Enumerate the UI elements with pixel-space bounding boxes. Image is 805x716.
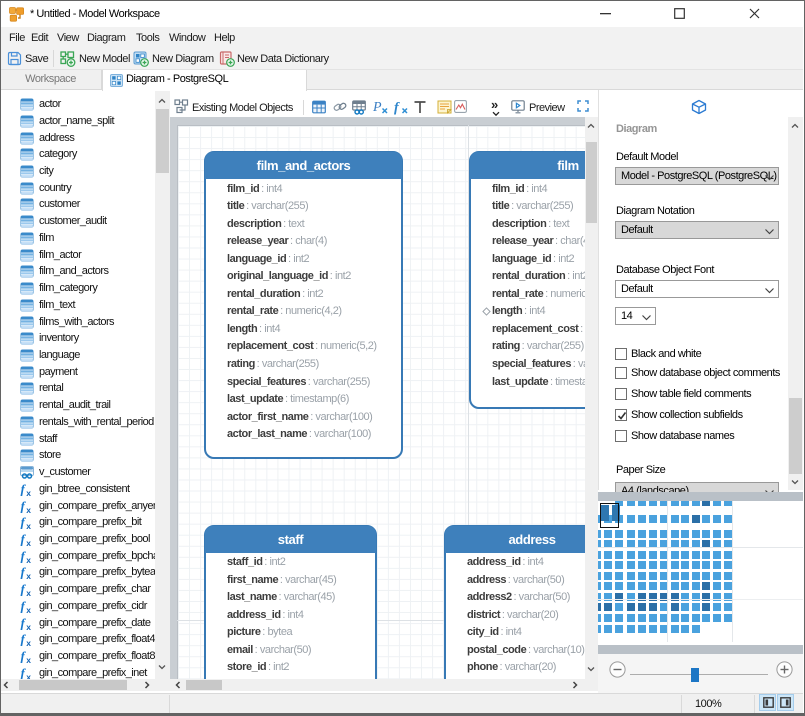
svg-text:x: x [26, 554, 31, 562]
svg-text:x: x [26, 605, 31, 613]
svg-text:x: x [26, 521, 31, 529]
svg-text:x: x [26, 588, 31, 596]
svg-text:x: x [26, 621, 31, 629]
svg-text:f: f [394, 101, 400, 116]
svg-text:x: x [26, 655, 31, 663]
svg-text:x: x [26, 638, 31, 646]
svg-text:x: x [26, 538, 31, 546]
svg-text:x: x [26, 672, 31, 679]
svg-text:x: x [26, 488, 31, 496]
svg-text:P: P [372, 100, 382, 115]
svg-text:x: x [26, 504, 31, 512]
svg-text:x: x [26, 571, 31, 579]
